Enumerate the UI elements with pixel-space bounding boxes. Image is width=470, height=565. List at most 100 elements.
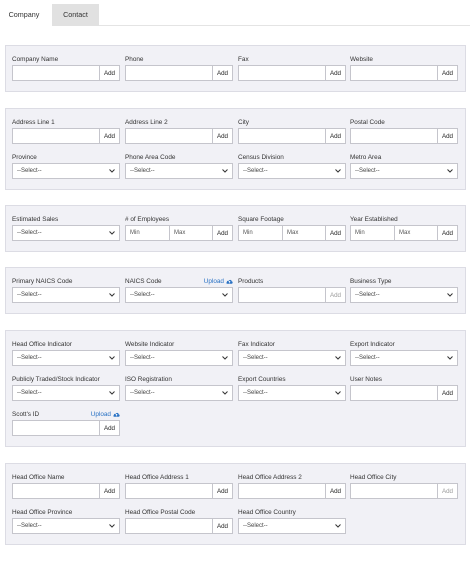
- tab-divider: [99, 25, 470, 26]
- phone-area-code-select[interactable]: --Select--: [125, 163, 233, 179]
- fax-input[interactable]: [239, 66, 325, 80]
- export-countries-select[interactable]: --Select--: [238, 385, 346, 401]
- chevron-down-icon: [109, 169, 115, 173]
- chevron-down-icon: [447, 169, 453, 173]
- metro-area-label: Metro Area: [350, 154, 382, 161]
- employees-min-input[interactable]: Min: [126, 226, 169, 240]
- head-office-address2-label: Head Office Address 2: [238, 474, 302, 481]
- year-established-min-input[interactable]: Min: [351, 226, 394, 240]
- fax-label: Fax: [238, 56, 249, 63]
- province-select[interactable]: --Select--: [12, 163, 120, 179]
- head-office-address1-input[interactable]: [126, 484, 212, 498]
- chevron-down-icon: [447, 293, 453, 297]
- naics-upload-link[interactable]: Upload: [204, 278, 233, 285]
- phone-add-button[interactable]: Add: [212, 66, 232, 80]
- scotts-id-label: Scott's ID: [12, 411, 40, 418]
- head-office-postal-input[interactable]: [126, 519, 212, 533]
- indicators-section: Head Office Indicator --Select-- Website…: [5, 330, 466, 447]
- company-name-add-button[interactable]: Add: [99, 66, 119, 80]
- head-office-address1-add-button[interactable]: Add: [212, 484, 232, 498]
- publicly-traded-select[interactable]: --Select--: [12, 385, 120, 401]
- website-input[interactable]: [351, 66, 437, 80]
- naics-code-select[interactable]: --Select--: [125, 287, 233, 303]
- website-indicator-select[interactable]: --Select--: [125, 350, 233, 366]
- address-section: Address Line 1 Add Address Line 2 Add Ci…: [5, 108, 466, 190]
- head-office-city-input[interactable]: [351, 484, 437, 498]
- business-type-select[interactable]: --Select--: [350, 287, 458, 303]
- metro-area-select[interactable]: --Select--: [350, 163, 458, 179]
- fax-indicator-select[interactable]: --Select--: [238, 350, 346, 366]
- chevron-down-icon: [222, 356, 228, 360]
- scotts-id-upload-link[interactable]: Upload: [91, 411, 120, 418]
- postal-code-label: Postal Code: [350, 119, 385, 126]
- head-office-postal-add-button[interactable]: Add: [212, 519, 232, 533]
- user-notes-input[interactable]: [351, 386, 437, 400]
- city-label: City: [238, 119, 250, 126]
- address-line1-add-button[interactable]: Add: [99, 129, 119, 143]
- postal-code-add-button[interactable]: Add: [437, 129, 457, 143]
- square-footage-min-input[interactable]: Min: [239, 226, 282, 240]
- employees-max-input[interactable]: Max: [169, 226, 212, 240]
- scotts-id-input[interactable]: [13, 421, 99, 435]
- square-footage-add-button[interactable]: Add: [325, 226, 345, 240]
- website-indicator-label: Website Indicator: [125, 341, 175, 348]
- products-add-button[interactable]: Add: [325, 288, 345, 302]
- head-office-indicator-label: Head Office Indicator: [12, 341, 72, 348]
- phone-input[interactable]: [126, 66, 212, 80]
- year-established-max-input[interactable]: Max: [394, 226, 437, 240]
- scotts-id-add-button[interactable]: Add: [99, 421, 119, 435]
- fax-add-button[interactable]: Add: [325, 66, 345, 80]
- company-contact-section: Company Name Add Phone Add Fax Add Websi…: [5, 45, 466, 92]
- estimated-sales-select[interactable]: --Select--: [12, 225, 120, 241]
- business-type-label: Business Type: [350, 278, 392, 285]
- address-line1-label: Address Line 1: [12, 119, 55, 126]
- website-add-button[interactable]: Add: [437, 66, 457, 80]
- province-label: Province: [12, 154, 37, 161]
- company-name-label: Company Name: [12, 56, 59, 63]
- census-division-label: Census Division: [238, 154, 284, 161]
- head-office-address2-input[interactable]: [239, 484, 325, 498]
- phone-label: Phone: [125, 56, 144, 63]
- tab-contact[interactable]: Contact: [52, 4, 99, 26]
- phone-area-code-label: Phone Area Code: [125, 154, 176, 161]
- export-indicator-select[interactable]: --Select--: [350, 350, 458, 366]
- head-office-country-select[interactable]: --Select--: [238, 518, 346, 534]
- chevron-down-icon: [335, 356, 341, 360]
- head-office-address2-add-button[interactable]: Add: [325, 484, 345, 498]
- head-office-country-label: Head Office Country: [238, 509, 296, 516]
- head-office-name-add-button[interactable]: Add: [99, 484, 119, 498]
- website-label: Website: [350, 56, 373, 63]
- census-division-select[interactable]: --Select--: [238, 163, 346, 179]
- head-office-province-select[interactable]: --Select--: [12, 518, 120, 534]
- chevron-down-icon: [335, 524, 341, 528]
- head-office-name-label: Head Office Name: [12, 474, 65, 481]
- export-countries-label: Export Countries: [238, 376, 286, 383]
- chevron-down-icon: [222, 169, 228, 173]
- metrics-section: Estimated Sales --Select-- # of Employee…: [5, 205, 466, 252]
- postal-code-input[interactable]: [351, 129, 437, 143]
- head-office-section: Head Office Name Add Head Office Address…: [5, 463, 466, 545]
- user-notes-add-button[interactable]: Add: [437, 386, 457, 400]
- tab-bar: Company Contact: [0, 4, 470, 26]
- chevron-down-icon: [447, 356, 453, 360]
- city-add-button[interactable]: Add: [325, 129, 345, 143]
- head-office-indicator-select[interactable]: --Select--: [12, 350, 120, 366]
- head-office-city-add-button[interactable]: Add: [437, 484, 457, 498]
- employees-add-button[interactable]: Add: [212, 226, 232, 240]
- head-office-city-label: Head Office City: [350, 474, 397, 481]
- tab-company[interactable]: Company: [0, 4, 48, 26]
- company-name-input[interactable]: [13, 66, 99, 80]
- city-input[interactable]: [239, 129, 325, 143]
- square-footage-label: Square Footage: [238, 216, 284, 223]
- chevron-down-icon: [109, 391, 115, 395]
- products-input[interactable]: [239, 288, 325, 302]
- address-line2-input[interactable]: [126, 129, 212, 143]
- head-office-name-input[interactable]: [13, 484, 99, 498]
- user-notes-label: User Notes: [350, 376, 382, 383]
- year-established-add-button[interactable]: Add: [437, 226, 457, 240]
- address-line2-add-button[interactable]: Add: [212, 129, 232, 143]
- primary-naics-select[interactable]: --Select--: [12, 287, 120, 303]
- address-line1-input[interactable]: [13, 129, 99, 143]
- iso-registration-select[interactable]: --Select--: [125, 385, 233, 401]
- square-footage-max-input[interactable]: Max: [282, 226, 325, 240]
